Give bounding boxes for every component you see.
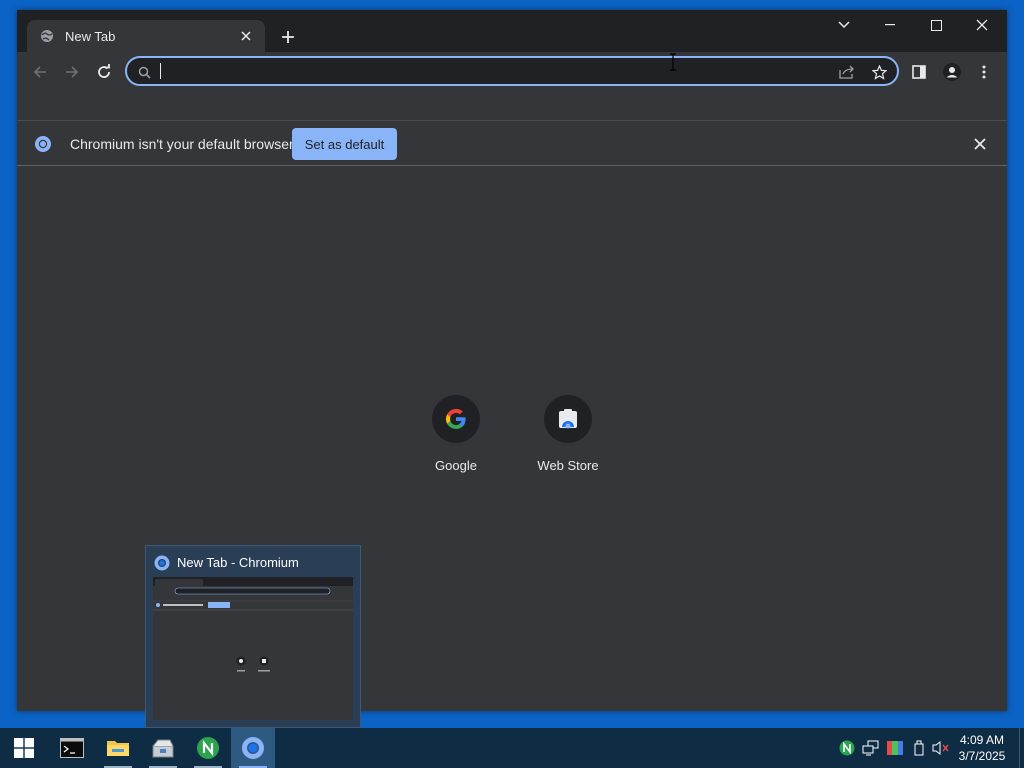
- shortcut-tile: [544, 395, 592, 443]
- tab-close-icon[interactable]: [237, 27, 255, 45]
- profile-button[interactable]: [938, 58, 966, 86]
- file-explorer-icon: [107, 741, 129, 756]
- thumbnail-window-image: [153, 577, 353, 720]
- minimize-icon: [885, 24, 895, 26]
- address-bar[interactable]: [125, 56, 899, 86]
- text-cursor-icon: [670, 53, 676, 71]
- shortcut-label: Web Store: [537, 458, 599, 473]
- taskbar-thumbnail-preview[interactable]: New Tab - Chromium: [145, 545, 361, 728]
- browser-toolbar: [17, 52, 1007, 90]
- globe-icon: [39, 28, 55, 44]
- default-browser-infobar: Chromium isn't your default browser Set …: [17, 122, 1007, 166]
- shortcut-google[interactable]: Google: [406, 395, 506, 485]
- reload-button[interactable]: [90, 58, 118, 86]
- search-icon: [135, 63, 153, 81]
- thumbnail-title: New Tab - Chromium: [177, 555, 299, 570]
- minimize-button[interactable]: [867, 10, 913, 40]
- infobar-message: Chromium isn't your default browser: [70, 136, 294, 152]
- chromium-icon: [154, 555, 170, 571]
- google-g-icon: [445, 408, 466, 430]
- taskbar-chromium[interactable]: [231, 728, 275, 768]
- tab-new-tab[interactable]: New Tab: [27, 20, 265, 52]
- tab-search-icon: [838, 21, 850, 29]
- maximize-icon: [930, 19, 942, 31]
- new-tab-button[interactable]: [275, 24, 301, 50]
- taskbar-package-manager[interactable]: [141, 728, 185, 768]
- profile-icon: [943, 63, 961, 81]
- color-picker-icon[interactable]: [886, 739, 904, 757]
- taskbar-file-explorer[interactable]: [96, 728, 140, 768]
- close-window-button[interactable]: [959, 10, 1005, 40]
- start-button[interactable]: [2, 728, 46, 768]
- forward-button[interactable]: [58, 58, 86, 86]
- windows-start-icon: [14, 738, 34, 758]
- reload-icon: [98, 64, 110, 78]
- shortcut-web-store[interactable]: Web Store: [518, 395, 618, 485]
- share-icon[interactable]: [838, 63, 856, 81]
- infobar-close-icon[interactable]: [971, 135, 989, 153]
- chromium-icon: [35, 136, 51, 152]
- clock-time: 4:09 AM: [959, 733, 1005, 747]
- taskbar-n-app[interactable]: [186, 728, 230, 768]
- maximize-button[interactable]: [913, 10, 959, 40]
- menu-button[interactable]: [970, 58, 998, 86]
- usb-icon[interactable]: [910, 739, 928, 757]
- clock-date: 3/7/2025: [958, 749, 1006, 763]
- tab-title: New Tab: [65, 28, 116, 44]
- text-caret: [160, 63, 161, 79]
- forward-icon: [66, 66, 79, 78]
- bookmarks-bar: [17, 90, 1007, 121]
- show-desktop-button[interactable]: [1019, 728, 1024, 768]
- side-panel-icon: [912, 65, 926, 79]
- bookmark-star-icon[interactable]: [870, 63, 888, 81]
- web-store-icon: [559, 409, 577, 429]
- back-icon: [33, 66, 46, 78]
- chromium-icon: [242, 737, 264, 759]
- shortcut-tile: [432, 395, 480, 443]
- menu-icon: [982, 65, 986, 79]
- taskbar-clock[interactable]: 4:09 AM 3/7/2025: [952, 732, 1012, 764]
- address-input[interactable]: [157, 62, 817, 80]
- taskbar-terminal[interactable]: [50, 728, 94, 768]
- set-as-default-button[interactable]: Set as default: [292, 128, 397, 160]
- taskbar: 4:09 AM 3/7/2025: [0, 728, 1024, 768]
- n-tray-icon[interactable]: [838, 739, 856, 757]
- package-manager-icon: [152, 739, 174, 758]
- tab-strip: New Tab: [17, 10, 1007, 52]
- volume-muted-icon[interactable]: [932, 739, 950, 757]
- close-icon: [976, 19, 988, 31]
- n-app-icon: [197, 737, 219, 759]
- terminal-icon: [60, 738, 84, 758]
- tab-search-button[interactable]: [821, 10, 867, 40]
- shortcut-label: Google: [435, 458, 477, 473]
- plus-icon: [282, 31, 294, 43]
- back-button[interactable]: [26, 58, 54, 86]
- network-icon[interactable]: [862, 739, 880, 757]
- side-panel-button[interactable]: [905, 58, 933, 86]
